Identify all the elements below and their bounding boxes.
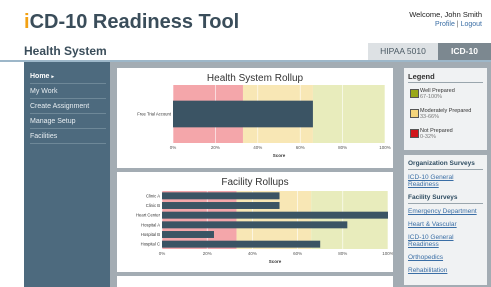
x-axis-title: Score (269, 259, 282, 264)
x-tick-label: 20% (211, 145, 220, 150)
surveys-panel: Organization Surveys ICD-10 General Read… (404, 155, 487, 285)
facility-rollups-panel: Facility Rollups 0% 20% 40% 60% 80% 100% Clini… (117, 172, 393, 272)
legend-item: Not Prepared 0-32% (420, 128, 453, 140)
legend-item: Well Prepared 67-100% (420, 88, 455, 100)
x-tick-label: 20% (203, 251, 212, 256)
facility-survey-link-orthopedics[interactable]: Orthopedics (408, 254, 483, 261)
data-bar (162, 211, 388, 219)
x-tick-label: 40% (248, 251, 257, 256)
app-title: iCD-10 Readiness Tool (24, 11, 239, 34)
app-header: iCD-10 Readiness Tool Welcome, John Smit… (0, 0, 491, 40)
category-label: Hospital A (141, 222, 160, 227)
organization-surveys-heading: Organization Surveys (408, 160, 475, 167)
facility-survey-link-heart-vascular[interactable]: Heart & Vascular (408, 221, 483, 228)
rollup-chart: 0% 20% 40% 60% 80% 100% Free Trial Account Scor… (137, 85, 391, 158)
sidebar-item-label: Create Assignment (30, 103, 90, 110)
category-label: Clinic B (146, 203, 160, 208)
not-prepared-swatch (410, 129, 419, 138)
data-bar (162, 221, 348, 229)
user-welcome: Welcome, John Smith Profile | Logout (409, 10, 482, 30)
app-window: iCD-10 Readiness Tool Welcome, John Smit… (0, 0, 491, 287)
category-label: Clinic A (146, 193, 160, 198)
legend-panel: Legend Well Prepared 67-100% Moderately … (404, 68, 487, 150)
sidebar-item-my-work[interactable]: My Work (30, 86, 106, 99)
user-links: Profile | Logout (409, 20, 482, 30)
x-tick-label: 80% (338, 145, 347, 150)
health-system-rollup-panel: Health System Rollup 0% 20% 40% 60% 80% 100% F… (117, 68, 393, 168)
chevron-right-icon: ▸ (51, 74, 54, 80)
divider (408, 169, 483, 170)
legend-range: 33-66% (420, 114, 439, 120)
x-tick-label: 80% (338, 251, 347, 256)
welcome-text: Welcome, John Smith (409, 10, 482, 19)
sidebar-item-label: Home (30, 73, 50, 80)
data-bar (162, 240, 321, 248)
facility-survey-link-emergency-department[interactable]: Emergency Department (408, 208, 483, 215)
readiness-band (236, 191, 312, 249)
divider (408, 82, 483, 83)
profile-link[interactable]: Profile (435, 21, 455, 28)
category-label: Hospital C (141, 242, 160, 247)
sidebar-item-manage-setup[interactable]: Manage Setup (30, 116, 106, 129)
readiness-band (162, 191, 237, 249)
x-tick-label: 100% (382, 251, 393, 256)
sidebar-nav: Home ▸ My Work Create Assignment Manage S… (24, 62, 110, 287)
sidebar-item-facilities[interactable]: Facilities (30, 131, 106, 144)
sidebar-item-home[interactable]: Home ▸ (30, 71, 106, 84)
facility-chart: 0% 20% 40% 60% 80% 100% Clinic A Clinic B Heart … (136, 191, 393, 264)
app-title-text: CD-10 Readiness Tool (29, 11, 240, 33)
logout-link[interactable]: Logout (461, 21, 482, 28)
x-axis-title: Score (273, 153, 286, 158)
facility-survey-link-icd10-general-readiness[interactable]: ICD-10 General Readiness (408, 234, 483, 248)
facility-surveys-heading: Facility Surveys (408, 194, 458, 201)
legend-range: 67-100% (420, 94, 443, 100)
tab-icd-10[interactable]: ICD-10 (438, 43, 491, 60)
sidebar-item-create-assignment[interactable]: Create Assignment (30, 101, 106, 114)
facility-survey-link-rehabilitation[interactable]: Rehabilitation (408, 267, 483, 274)
x-tick-label: 0% (170, 145, 177, 150)
category-label: Hospital B (141, 232, 160, 237)
moderately-prepared-swatch (410, 109, 419, 118)
data-bar (162, 192, 280, 200)
legend-range: 0-32% (420, 134, 436, 140)
sidebar-item-label: Manage Setup (30, 118, 76, 125)
x-tick-label: 60% (293, 251, 302, 256)
org-survey-link-icd10-general-readiness[interactable]: ICD-10 General Readiness (408, 174, 483, 188)
data-bar (173, 100, 313, 128)
sidebar-item-label: My Work (30, 88, 58, 95)
x-tick-label: 0% (159, 251, 166, 256)
section-title: Health System (24, 44, 107, 58)
x-tick-label: 60% (296, 145, 305, 150)
legend-item: Moderately Prepared 33-66% (420, 108, 471, 120)
sidebar-item-label: Facilities (30, 133, 58, 140)
readiness-band (312, 85, 385, 143)
data-bar (162, 231, 214, 238)
category-label: Free Trial Account (137, 112, 172, 117)
legend-title: Legend (408, 72, 435, 81)
page-margin (0, 62, 24, 287)
tab-hipaa-5010[interactable]: HIPAA 5010 (368, 43, 438, 60)
link-separator: | (456, 21, 459, 28)
well-prepared-swatch (410, 89, 419, 98)
category-label: Heart Center (136, 213, 161, 218)
x-tick-label: 40% (253, 145, 262, 150)
readiness-band (311, 191, 388, 249)
x-tick-label: 100% (379, 145, 391, 150)
divider (408, 203, 483, 204)
data-bar (162, 202, 280, 209)
next-panel (117, 276, 393, 287)
